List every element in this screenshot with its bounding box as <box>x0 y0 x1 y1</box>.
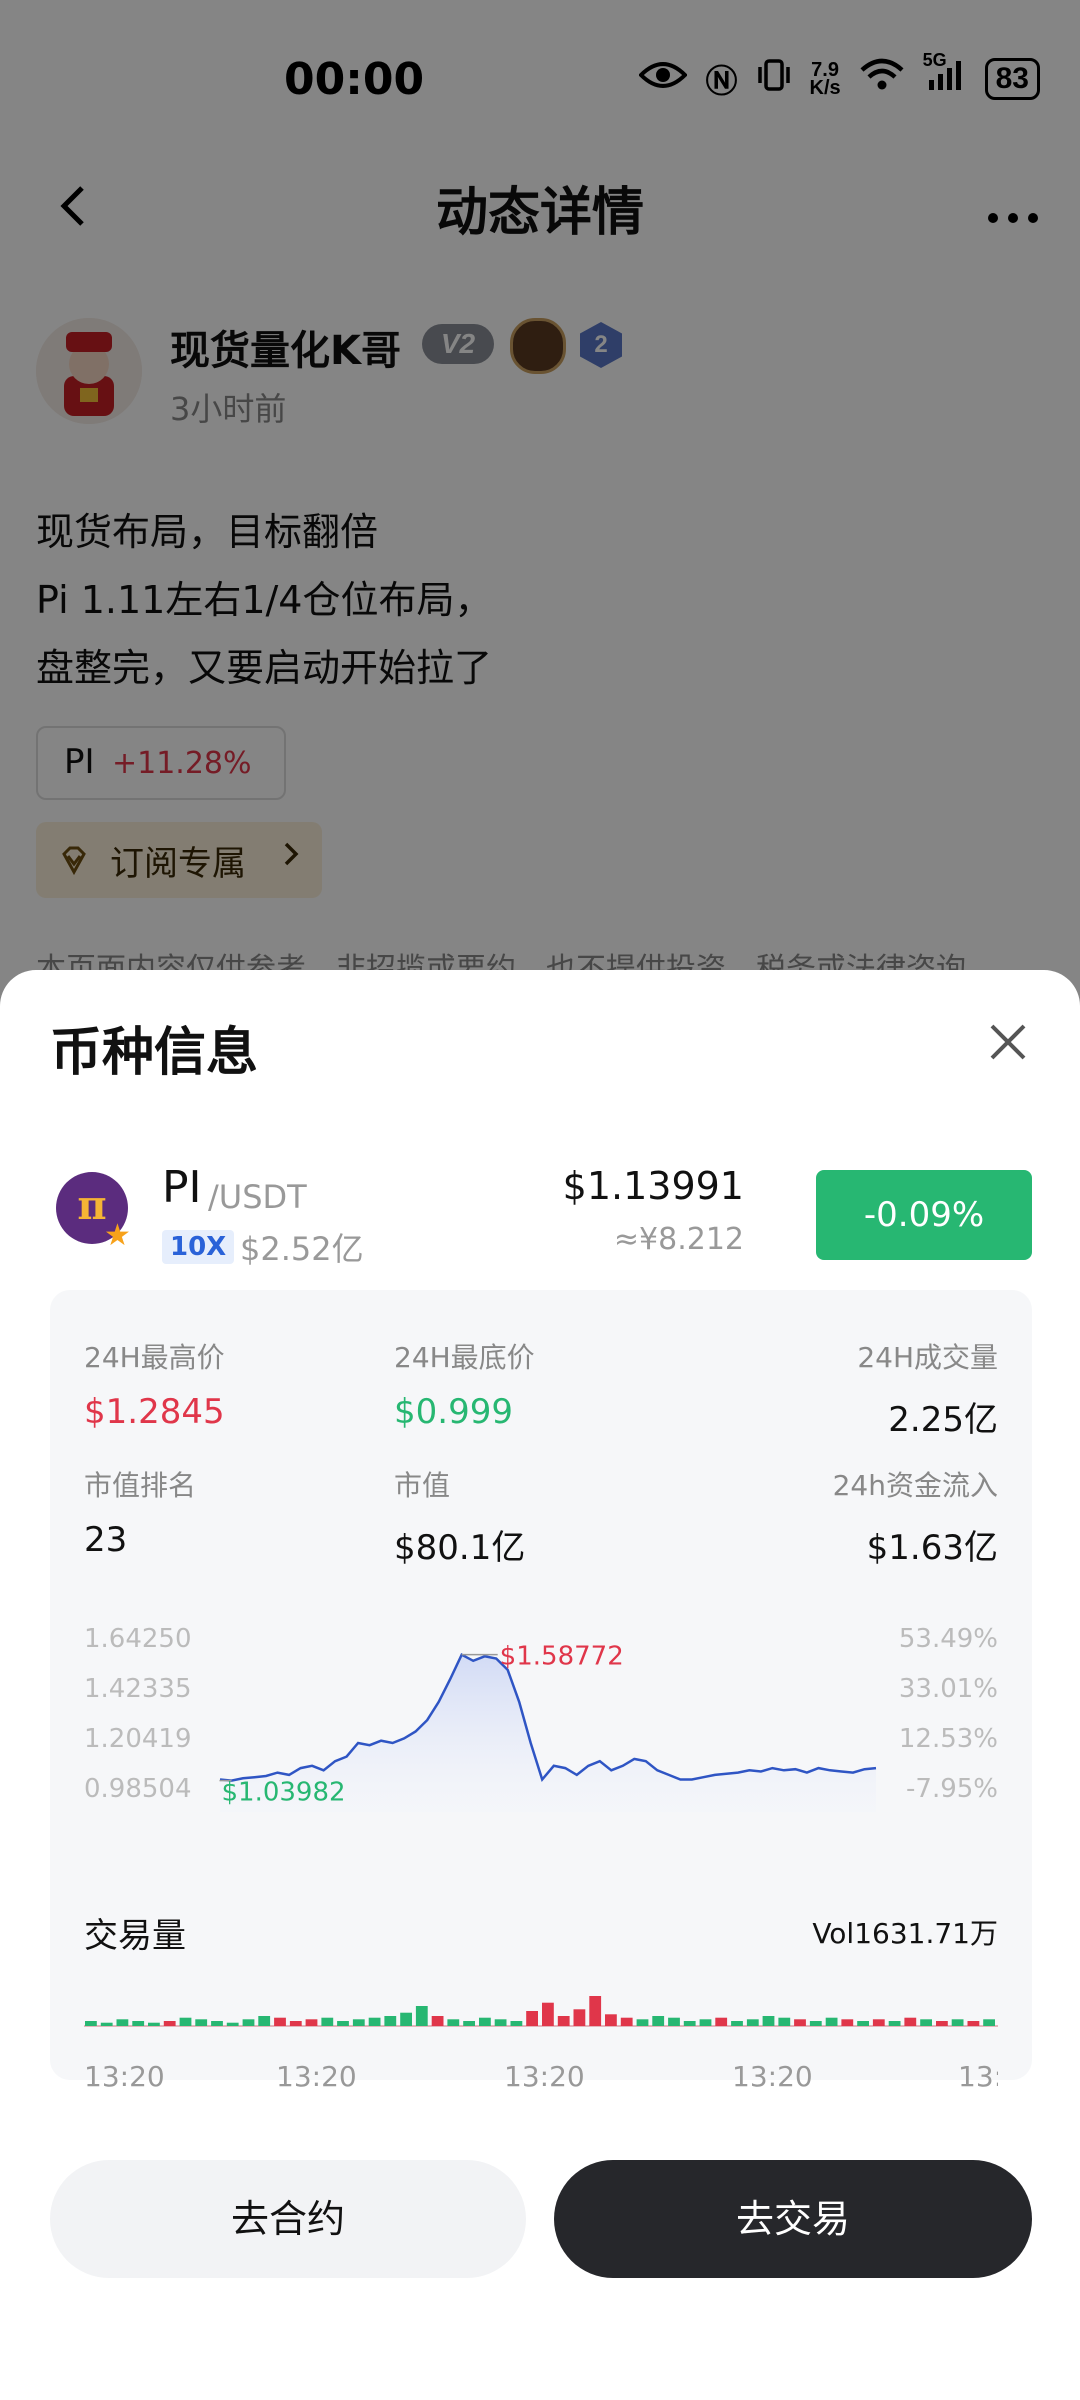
close-icon <box>990 1024 1026 1060</box>
volume-bar <box>85 2021 97 2026</box>
sheet-title: 币种信息 <box>50 1023 259 1083</box>
go-trade-button[interactable]: 去交易 <box>554 2160 1032 2278</box>
volume-bar <box>179 2017 192 2026</box>
volume-bar <box>983 2019 995 2026</box>
volume-bar <box>746 2019 759 2026</box>
volume-bar <box>352 2019 365 2026</box>
x-tick: 13: <box>958 2060 998 2093</box>
volume-chart <box>84 1996 998 2027</box>
volume-bar <box>384 2016 397 2026</box>
volume-bar <box>163 2021 176 2026</box>
volume-bar <box>936 2021 948 2026</box>
volume-bar <box>636 2019 649 2026</box>
volume-bar <box>809 2021 822 2026</box>
volume-bar <box>652 2016 665 2026</box>
volume-bar <box>762 2016 775 2026</box>
volume-bar <box>494 2019 507 2026</box>
volume-bar <box>337 2021 349 2026</box>
x-tick: 13:20 <box>732 2060 813 2093</box>
volume-bar <box>872 2019 885 2026</box>
volume-bar <box>415 2006 428 2026</box>
volume-bar <box>258 2016 271 2026</box>
volume-bar <box>211 2021 223 2026</box>
volume-bar <box>841 2019 854 2026</box>
volume-bar <box>573 2009 586 2026</box>
volume-bar <box>510 2021 523 2026</box>
volume-bar <box>825 2017 838 2026</box>
x-tick: 13:20 <box>276 2060 357 2093</box>
volume-bar <box>305 2019 318 2026</box>
coin-logo: π ★ <box>56 1172 131 1252</box>
volume-bar <box>463 2021 475 2026</box>
coin-price-cny: ≈¥8.212 <box>613 1222 744 1257</box>
volume-bar <box>888 2021 901 2026</box>
volume-bar <box>132 2021 145 2026</box>
volume-bar <box>526 2011 538 2026</box>
volume-bar <box>794 2019 806 2026</box>
volume-bar <box>715 2017 728 2026</box>
volume-bar <box>289 2021 302 2026</box>
x-tick: 13:20 <box>84 2060 165 2093</box>
volume-bar <box>967 2021 980 2026</box>
volume-bar <box>605 2014 617 2026</box>
star-icon[interactable]: ★ <box>104 1218 131 1253</box>
coin-base: PI <box>162 1162 202 1213</box>
market-card: 24H最高价 $1.2845 24H最底价 $0.999 24H成交量 2.25… <box>50 1290 1032 2093</box>
coin-quote: /USDT <box>208 1178 307 1216</box>
volume-bar <box>951 2019 964 2026</box>
close-button[interactable] <box>980 1014 1036 1070</box>
volume-bar <box>920 2019 932 2026</box>
volume-bar <box>557 2016 570 2026</box>
coin-info-sheet: 币种信息 π ★ PI /USDT 10X $2.52亿 $1.13991 ≈¥… <box>0 970 1080 2400</box>
volume-bar <box>148 2022 160 2026</box>
volume-bar <box>542 2002 554 2026</box>
go-contract-button[interactable]: 去合约 <box>50 2160 526 2278</box>
volume-bar <box>683 2021 696 2026</box>
leverage-badge: 10X <box>162 1230 235 1264</box>
volume-bar <box>274 2017 286 2026</box>
volume-bar <box>904 2017 917 2026</box>
volume-bar <box>731 2021 743 2026</box>
volume-bar <box>242 2019 255 2026</box>
x-tick: 13:20 <box>504 2060 585 2093</box>
volume-bar <box>431 2016 444 2026</box>
volume-bar <box>100 2022 113 2026</box>
volume-bar <box>400 2012 412 2026</box>
volume-bar <box>620 2017 633 2026</box>
volume-bar <box>447 2019 460 2026</box>
volume-bar <box>226 2022 239 2026</box>
volume-bar <box>368 2017 381 2026</box>
volume-bar <box>857 2021 869 2026</box>
volume-bar <box>321 2017 334 2026</box>
coin-price: $1.13991 <box>562 1164 744 1208</box>
volume-bar <box>589 1996 602 2026</box>
volume-bar <box>479 2017 491 2026</box>
market-cap-short: $2.52亿 <box>240 1230 364 1268</box>
volume-bar <box>668 2017 680 2026</box>
volume-bar <box>778 2017 791 2026</box>
change-badge: -0.09% <box>816 1170 1032 1260</box>
volume-bar <box>116 2019 129 2026</box>
volume-bar <box>195 2019 208 2026</box>
volume-bar <box>699 2019 712 2026</box>
